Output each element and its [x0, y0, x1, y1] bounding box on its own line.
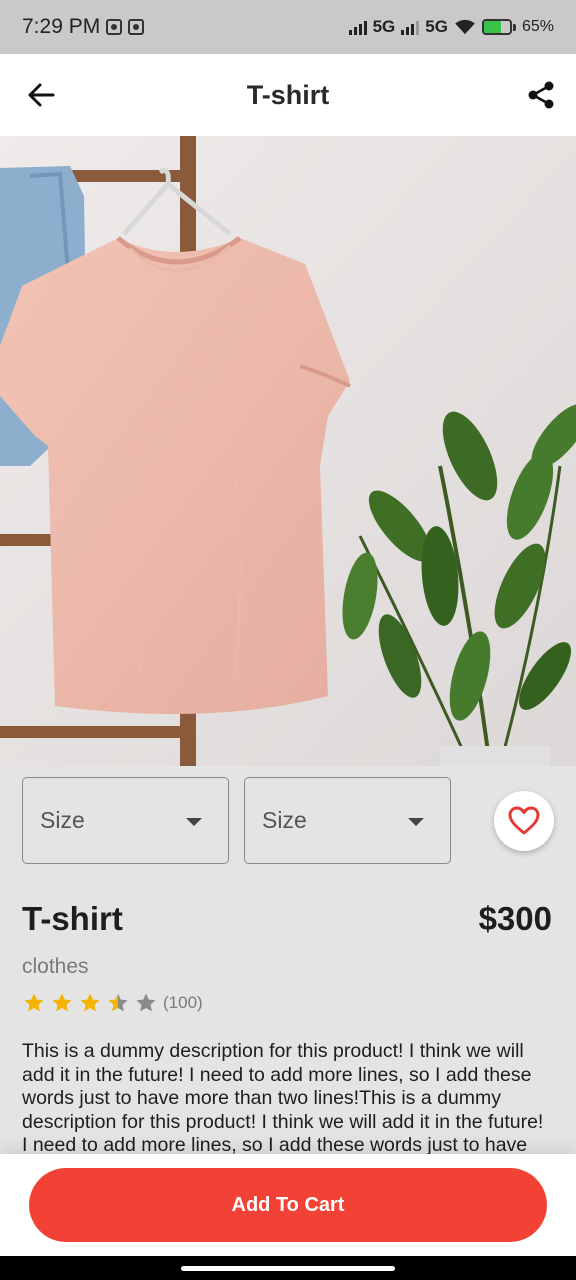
heart-outline-icon	[508, 806, 540, 835]
caret-down-icon	[186, 818, 202, 826]
size-dropdown-label: Size	[262, 807, 307, 833]
signal-icon	[348, 19, 367, 35]
size-dropdown-secondary[interactable]: Size	[244, 777, 451, 864]
rating-stars	[23, 992, 157, 1014]
rating-count: (100)	[163, 993, 203, 1012]
product-photo	[0, 136, 576, 766]
star-icon	[52, 993, 72, 1012]
network-label: 5G	[425, 17, 448, 36]
signal-icon	[401, 19, 420, 35]
share-icon[interactable]	[526, 80, 556, 110]
page-title: T-shirt	[246, 79, 330, 110]
product-description: This is a dummy description for this pro…	[22, 1040, 544, 1154]
wifi-icon	[455, 19, 475, 35]
app-bar: T-shirt	[0, 54, 576, 136]
battery-icon	[481, 19, 516, 35]
status-time: 7:29 PM	[22, 15, 101, 38]
add-to-cart-label: Add To Cart	[231, 1193, 345, 1216]
status-right: 5G 5G 65%	[348, 17, 554, 37]
notification-icon	[128, 19, 145, 35]
arrow-left-icon[interactable]	[26, 80, 56, 110]
product-category: clothes	[22, 955, 89, 978]
star-icon	[24, 993, 44, 1012]
star-icon	[80, 993, 100, 1012]
star-icon	[108, 993, 128, 1012]
star-icon	[136, 993, 156, 1012]
notification-icon	[106, 19, 123, 35]
product-name: T-shirt	[22, 900, 123, 937]
size-dropdown-label: Size	[40, 807, 85, 833]
battery-percent: 65%	[521, 18, 554, 35]
caret-down-icon	[408, 818, 424, 826]
status-left: 7:29 PM	[22, 15, 145, 39]
product-image	[0, 136, 576, 766]
rating: (100)	[23, 992, 203, 1014]
network-label: 5G	[372, 17, 396, 36]
add-to-cart-button[interactable]: Add To Cart	[29, 1168, 547, 1242]
favorite-button[interactable]	[494, 791, 554, 851]
status-bar: 7:29 PM 5G 5G 65%	[0, 0, 576, 54]
size-dropdown[interactable]: Size	[22, 777, 229, 864]
home-indicator[interactable]	[181, 1266, 395, 1271]
product-price: $300	[478, 900, 552, 937]
